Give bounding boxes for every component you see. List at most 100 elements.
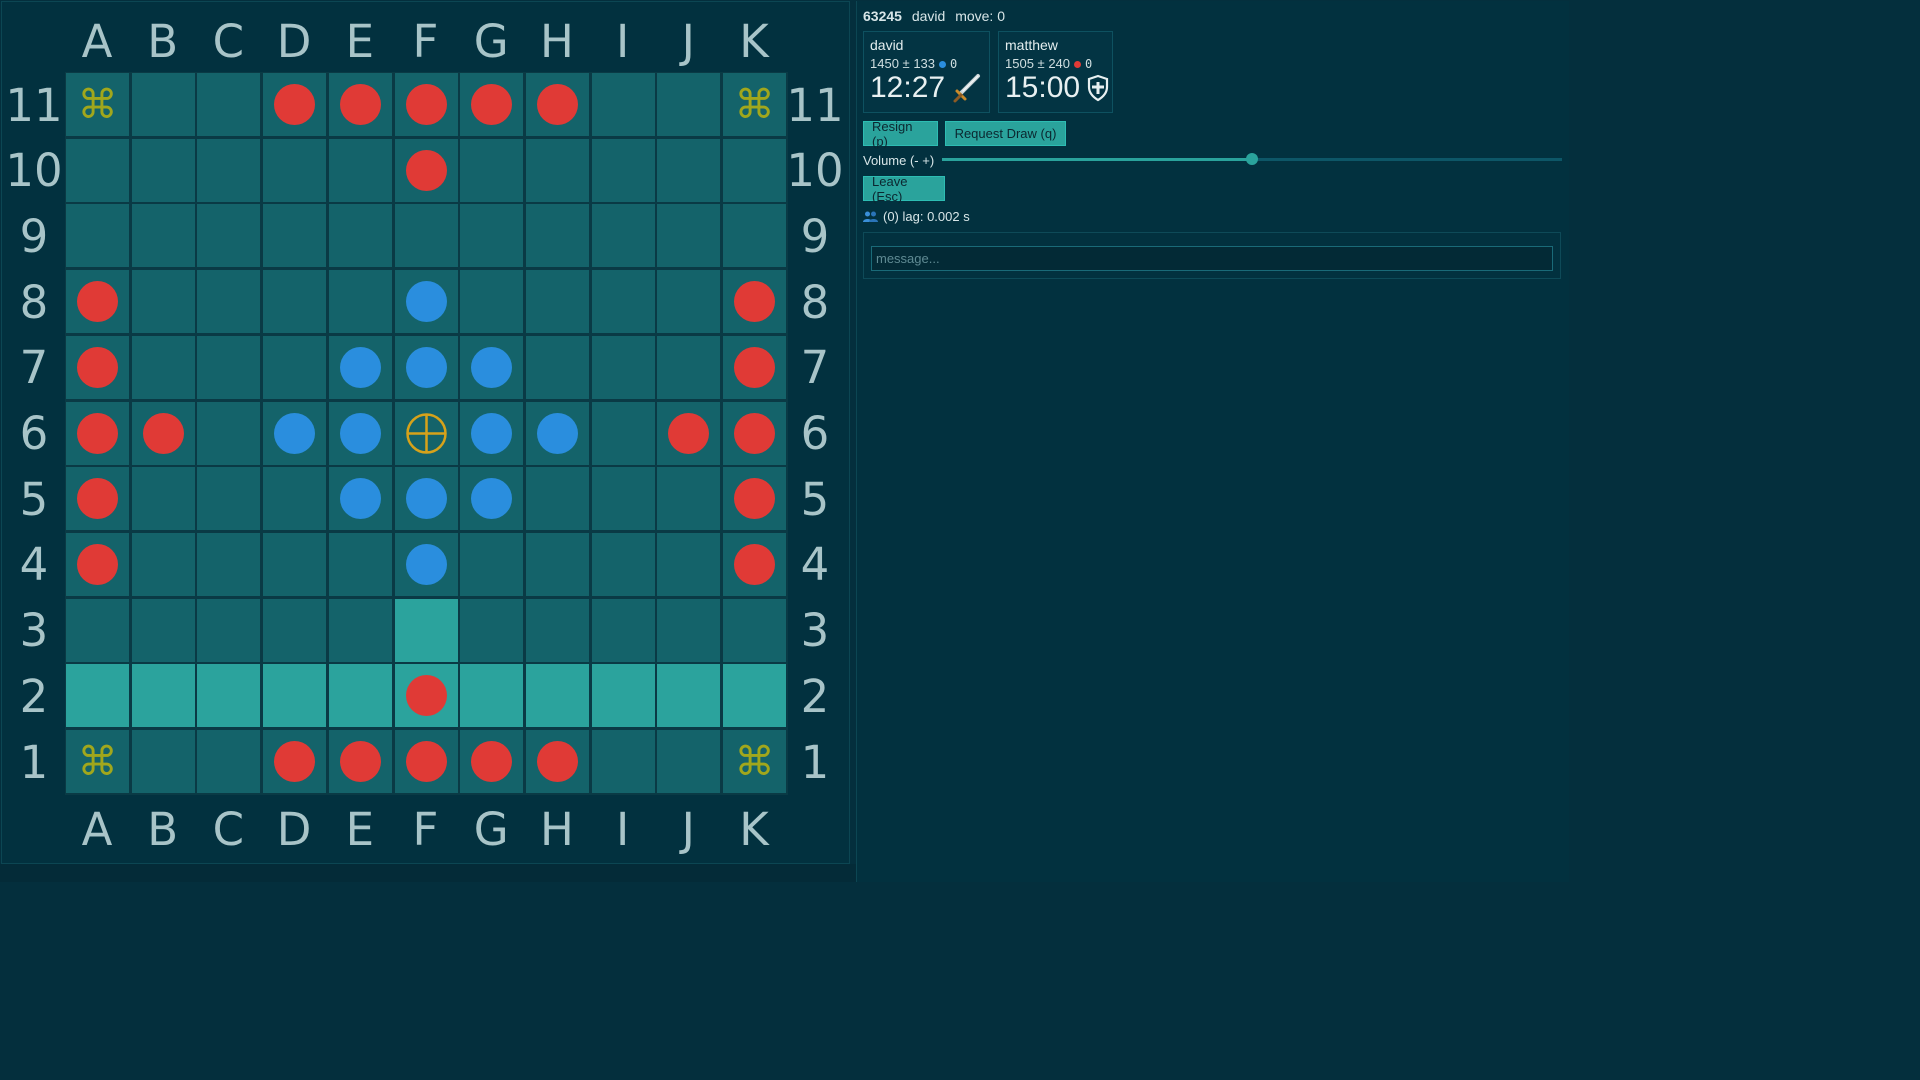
board-square-k5[interactable]: [723, 467, 786, 531]
board-square-j10[interactable]: [657, 138, 721, 202]
defender-piece[interactable]: [405, 478, 447, 520]
board-square-g11[interactable]: [460, 73, 524, 136]
board-square-h8[interactable]: [525, 270, 589, 334]
leave-button[interactable]: Leave (Esc): [863, 174, 945, 204]
board-square-a5[interactable]: [66, 467, 129, 531]
board-square-g6[interactable]: [460, 401, 524, 465]
board-square-k10[interactable]: [723, 138, 786, 202]
board-square-g5[interactable]: [460, 467, 524, 531]
board-square-e7[interactable]: [328, 335, 392, 399]
board-square-d6[interactable]: [263, 401, 327, 465]
board-square-e5[interactable]: [328, 467, 392, 531]
defender-piece[interactable]: [274, 412, 316, 454]
board-square-k1[interactable]: ⌘: [723, 730, 786, 793]
board-square-b7[interactable]: [131, 335, 195, 399]
attacker-piece[interactable]: [77, 412, 118, 454]
defender-piece[interactable]: [339, 412, 381, 454]
board-square-g10[interactable]: [460, 138, 524, 202]
board-square-d10[interactable]: [263, 138, 327, 202]
board-square-e6[interactable]: [328, 401, 392, 465]
board-square-k7[interactable]: [723, 335, 786, 399]
board-square-f6[interactable]: [394, 401, 458, 465]
board-square-f11[interactable]: [394, 73, 458, 136]
board-square-i2[interactable]: [591, 664, 655, 728]
board-square-a3[interactable]: [66, 598, 129, 662]
board-square-e1[interactable]: [328, 730, 392, 793]
board-square-c2[interactable]: [197, 664, 261, 728]
board-square-k8[interactable]: [723, 270, 786, 334]
attacker-piece[interactable]: [734, 478, 775, 520]
board-square-g9[interactable]: [460, 204, 524, 268]
board-square-b9[interactable]: [131, 204, 195, 268]
board-square-f9[interactable]: [394, 204, 458, 268]
defender-piece[interactable]: [405, 346, 447, 388]
attacker-piece[interactable]: [274, 84, 316, 125]
board-square-d4[interactable]: [263, 532, 327, 596]
board-square-j9[interactable]: [657, 204, 721, 268]
board-square-g8[interactable]: [460, 270, 524, 334]
board-square-j6[interactable]: [657, 401, 721, 465]
board-square-a2[interactable]: [66, 664, 129, 728]
defender-piece[interactable]: [405, 281, 447, 323]
defender-piece[interactable]: [536, 412, 578, 454]
board-square-c7[interactable]: [197, 335, 261, 399]
board-square-i1[interactable]: [591, 730, 655, 793]
attacker-piece[interactable]: [734, 543, 775, 585]
board-square-f3[interactable]: [394, 598, 458, 662]
board-square-e9[interactable]: [328, 204, 392, 268]
board-square-b4[interactable]: [131, 532, 195, 596]
board-square-f2[interactable]: [394, 664, 458, 728]
board-square-b3[interactable]: [131, 598, 195, 662]
board-square-c3[interactable]: [197, 598, 261, 662]
resign-button[interactable]: Resign (p): [863, 119, 938, 149]
board-square-h10[interactable]: [525, 138, 589, 202]
defender-piece[interactable]: [471, 412, 513, 454]
board-square-h9[interactable]: [525, 204, 589, 268]
board-square-d9[interactable]: [263, 204, 327, 268]
board-square-j11[interactable]: [657, 73, 721, 136]
defender-piece[interactable]: [339, 478, 381, 520]
board-square-a10[interactable]: [66, 138, 129, 202]
board-square-k6[interactable]: [723, 401, 786, 465]
attacker-piece[interactable]: [339, 84, 381, 125]
board-square-k3[interactable]: [723, 598, 786, 662]
defender-piece[interactable]: [471, 478, 513, 520]
board-square-a11[interactable]: ⌘: [66, 73, 129, 136]
board-square-e4[interactable]: [328, 532, 392, 596]
defender-piece[interactable]: [471, 346, 513, 388]
board-square-c10[interactable]: [197, 138, 261, 202]
board-square-f10[interactable]: [394, 138, 458, 202]
board-square-j4[interactable]: [657, 532, 721, 596]
board-square-h2[interactable]: [525, 664, 589, 728]
board-square-g1[interactable]: [460, 730, 524, 793]
board-square-h7[interactable]: [525, 335, 589, 399]
board-square-e10[interactable]: [328, 138, 392, 202]
board-square-j7[interactable]: [657, 335, 721, 399]
attacker-piece[interactable]: [77, 543, 118, 585]
board-square-d11[interactable]: [263, 73, 327, 136]
board-square-e8[interactable]: [328, 270, 392, 334]
king-crosshair-icon[interactable]: [405, 412, 448, 459]
attacker-piece[interactable]: [405, 149, 447, 191]
board-square-j3[interactable]: [657, 598, 721, 662]
board-square-a4[interactable]: [66, 532, 129, 596]
attacker-piece[interactable]: [734, 346, 775, 388]
board-square-b6[interactable]: [131, 401, 195, 465]
attacker-piece[interactable]: [471, 84, 513, 125]
attacker-piece[interactable]: [274, 741, 316, 782]
board-square-j2[interactable]: [657, 664, 721, 728]
board-square-c11[interactable]: [197, 73, 261, 136]
board-square-b11[interactable]: [131, 73, 195, 136]
board-square-d1[interactable]: [263, 730, 327, 793]
board-square-i4[interactable]: [591, 532, 655, 596]
board-square-e2[interactable]: [328, 664, 392, 728]
attacker-piece[interactable]: [339, 741, 381, 782]
board-square-i9[interactable]: [591, 204, 655, 268]
board-square-d5[interactable]: [263, 467, 327, 531]
attacker-piece[interactable]: [405, 741, 447, 782]
board-square-g4[interactable]: [460, 532, 524, 596]
board-square-f5[interactable]: [394, 467, 458, 531]
board-square-g2[interactable]: [460, 664, 524, 728]
attacker-piece[interactable]: [77, 346, 118, 388]
board-square-i5[interactable]: [591, 467, 655, 531]
